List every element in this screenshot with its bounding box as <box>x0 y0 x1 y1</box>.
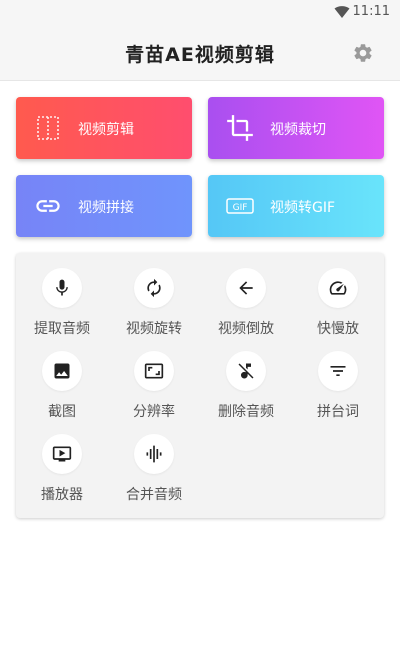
video-merge-label: 视频拼接 <box>78 200 134 216</box>
tools-panel: 提取音频 视频旋转 视频倒放 快慢放 截图 分辨率 删除音频 拼台词 播放器 合… <box>16 253 384 518</box>
status-time: 11:11 <box>352 4 390 19</box>
crop-icon <box>227 115 253 141</box>
video-edit-label: 视频剪辑 <box>78 122 134 138</box>
tool-label: 合并音频 <box>126 487 182 503</box>
arrow-left-icon <box>239 281 253 295</box>
music-off-icon <box>238 363 254 379</box>
tool-label: 视频倒放 <box>218 321 274 337</box>
status-bar: 11:11 <box>0 0 400 24</box>
tool-label: 分辨率 <box>133 404 175 420</box>
tool-extract-audio[interactable]: 提取音频 <box>16 253 108 337</box>
gif-icon: GIF <box>226 198 254 214</box>
tv-play-icon <box>52 446 72 462</box>
link-icon <box>36 200 60 212</box>
film-cut-icon <box>37 116 59 140</box>
tool-label: 提取音频 <box>34 321 90 337</box>
video-to-gif-card[interactable]: GIF 视频转GIF <box>208 175 384 237</box>
video-edit-card[interactable]: 视频剪辑 <box>16 97 192 159</box>
tool-video-reverse[interactable]: 视频倒放 <box>200 253 292 337</box>
video-crop-label: 视频裁切 <box>270 122 326 138</box>
video-merge-card[interactable]: 视频拼接 <box>16 175 192 237</box>
tool-label: 视频旋转 <box>126 321 182 337</box>
image-icon <box>54 363 70 379</box>
app-bar: 青苗AE视频剪辑 <box>0 24 400 81</box>
tool-label: 截图 <box>48 404 76 420</box>
gear-icon[interactable] <box>352 42 374 64</box>
video-to-gif-label: 视频转GIF <box>270 200 336 216</box>
tool-merge-audio[interactable]: 合并音频 <box>108 419 200 503</box>
tool-screenshot[interactable]: 截图 <box>16 336 108 420</box>
svg-text:GIF: GIF <box>233 203 248 213</box>
tool-player[interactable]: 播放器 <box>16 419 108 503</box>
tool-label: 删除音频 <box>218 404 274 420</box>
microphone-icon <box>56 279 68 296</box>
speedometer-icon <box>329 281 347 295</box>
app-title: 青苗AE视频剪辑 <box>125 44 275 66</box>
tool-subtitles[interactable]: 拼台词 <box>292 336 384 420</box>
tool-video-rotate[interactable]: 视频旋转 <box>108 253 200 337</box>
filter-lines-icon <box>330 366 346 376</box>
tool-label: 快慢放 <box>317 321 359 337</box>
aspect-ratio-icon <box>144 363 164 379</box>
tool-speed[interactable]: 快慢放 <box>292 253 384 337</box>
tool-resolution[interactable]: 分辨率 <box>108 336 200 420</box>
tool-label: 拼台词 <box>317 404 359 420</box>
waveform-icon <box>146 445 162 463</box>
tool-label: 播放器 <box>41 487 83 503</box>
wifi-icon <box>334 6 350 18</box>
tool-remove-audio[interactable]: 删除音频 <box>200 336 292 420</box>
rotate-icon <box>147 278 161 298</box>
video-crop-card[interactable]: 视频裁切 <box>208 97 384 159</box>
